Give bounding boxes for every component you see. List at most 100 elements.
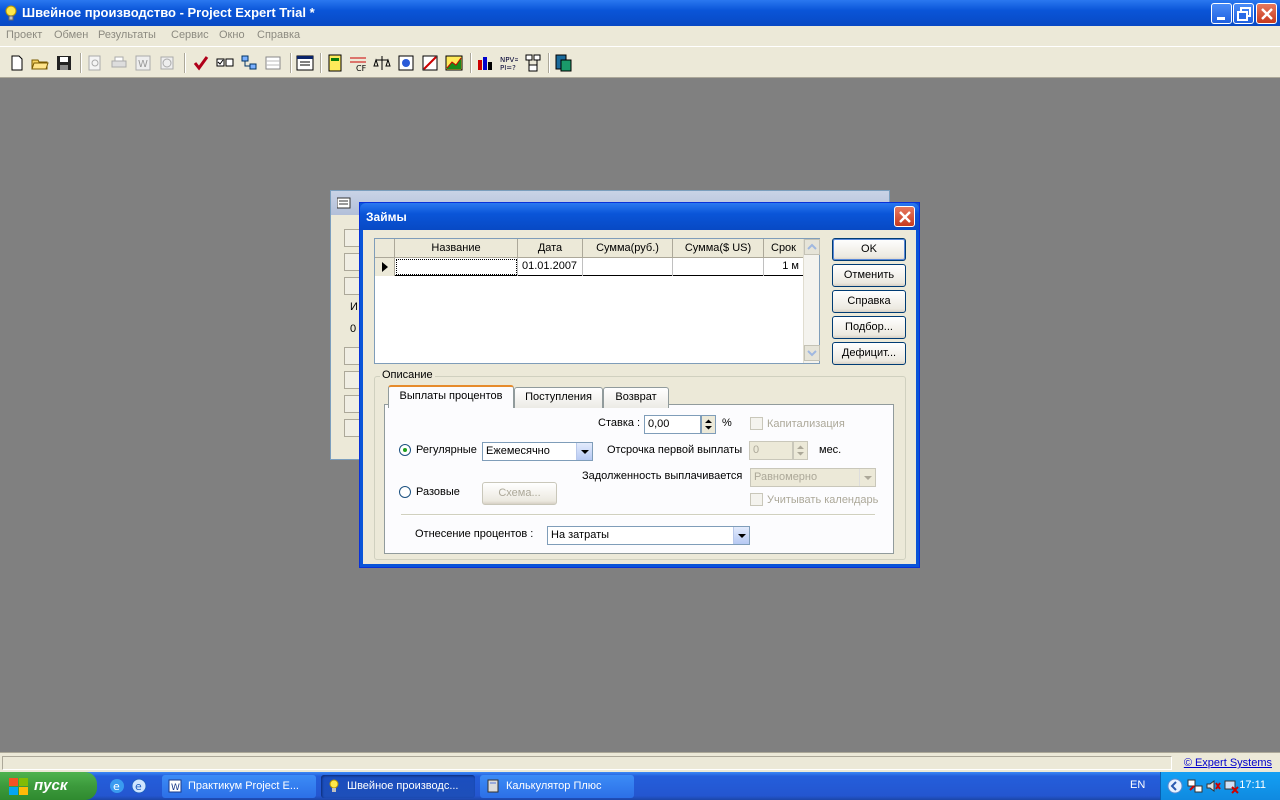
separator: [401, 514, 875, 516]
select-button[interactable]: Подбор...: [832, 316, 906, 339]
table-row[interactable]: 01.01.2007 1 м: [375, 258, 804, 276]
one-time-radio[interactable]: [399, 486, 411, 498]
calendar-icon[interactable]: [264, 54, 282, 72]
tab-return[interactable]: Возврат: [603, 387, 669, 408]
dropdown-button[interactable]: [859, 469, 875, 486]
scheme-button[interactable]: Схема...: [482, 482, 557, 505]
attribution-select[interactable]: На затраты: [547, 526, 750, 545]
checklist-icon[interactable]: [216, 54, 234, 72]
save-icon[interactable]: [55, 54, 73, 72]
rate-label: Ставка :: [598, 417, 641, 429]
cell-sum-rub[interactable]: [583, 258, 673, 276]
attribution-value: На затраты: [551, 529, 610, 541]
balance-icon[interactable]: [373, 54, 391, 72]
structure-icon[interactable]: [524, 54, 542, 72]
word-export-icon[interactable]: W: [134, 54, 152, 72]
network-disconnected-icon[interactable]: [1223, 778, 1239, 794]
npv-pi-icon[interactable]: NPV=?PI=?: [500, 54, 518, 72]
help-button[interactable]: Справка: [832, 290, 906, 313]
window-list-icon[interactable]: [296, 54, 314, 72]
open-folder-icon[interactable]: [31, 54, 49, 72]
debt-select[interactable]: Равномерно: [750, 468, 876, 487]
menu-exchange[interactable]: Обмен: [54, 29, 88, 41]
calendar-checkbox[interactable]: [750, 493, 763, 506]
column-header-date[interactable]: Дата: [518, 239, 583, 258]
network-tray-icon[interactable]: [1187, 778, 1203, 794]
dialog-close-button[interactable]: [894, 206, 915, 227]
cell-name[interactable]: [395, 258, 518, 276]
dropdown-button[interactable]: [576, 443, 592, 460]
deficit-button[interactable]: Дефицит...: [832, 342, 906, 365]
delay-spinner[interactable]: [793, 441, 808, 460]
task-practicum[interactable]: W Практикум Project E...: [162, 775, 316, 798]
cancel-button[interactable]: Отменить: [832, 264, 906, 287]
taskbar: пуск e e W Практикум Project E... Швейно…: [0, 772, 1280, 800]
volume-icon[interactable]: [1205, 778, 1221, 794]
row-pointer-icon: [382, 262, 388, 272]
cashflow-icon[interactable]: CF: [349, 54, 367, 72]
cell-sum-usd[interactable]: [673, 258, 764, 276]
chevron-down-icon: [864, 476, 872, 480]
restore-button[interactable]: [1233, 3, 1254, 24]
cell-term[interactable]: 1 м: [764, 258, 804, 276]
ie-icon[interactable]: e: [108, 777, 126, 795]
rate-spinner[interactable]: [701, 415, 716, 434]
regular-period-select[interactable]: Ежемесячно: [482, 442, 593, 461]
column-header-term[interactable]: Срок: [764, 239, 804, 258]
profit-icon[interactable]: [397, 54, 415, 72]
main-titlebar[interactable]: Швейное производство - Project Expert Tr…: [0, 0, 1280, 26]
close-button[interactable]: [1256, 3, 1277, 24]
menu-results[interactable]: Результаты: [98, 29, 156, 41]
column-header-sum-rub[interactable]: Сумма(руб.): [583, 239, 673, 258]
loans-grid[interactable]: Название Дата Сумма(руб.) Сумма($ US) Ср…: [374, 238, 820, 364]
cell-date[interactable]: 01.01.2007: [518, 258, 583, 276]
minimize-button[interactable]: [1211, 3, 1232, 24]
tab-interest-payments[interactable]: Выплаты процентов: [388, 385, 514, 408]
bar-chart-icon[interactable]: [476, 54, 494, 72]
scroll-down-button[interactable]: [804, 345, 820, 361]
chart-line-icon[interactable]: [421, 54, 439, 72]
regular-label: Регулярные: [416, 444, 477, 456]
menu-help[interactable]: Справка: [257, 29, 300, 41]
expert-systems-link[interactable]: © Expert Systems: [1184, 757, 1272, 769]
tab-receipts[interactable]: Поступления: [514, 387, 603, 408]
regular-radio[interactable]: [399, 444, 411, 456]
dropdown-button[interactable]: [733, 527, 749, 544]
new-file-icon[interactable]: [8, 54, 26, 72]
start-button[interactable]: пуск: [0, 772, 97, 800]
svg-text:W: W: [171, 783, 180, 793]
calculator-icon[interactable]: [554, 54, 572, 72]
column-header-name[interactable]: Название: [395, 239, 518, 258]
scroll-up-button[interactable]: [804, 239, 820, 255]
browser-icon[interactable]: e: [130, 777, 148, 795]
task-calculator[interactable]: Калькулятор Плюс: [480, 775, 634, 798]
language-indicator[interactable]: EN: [1130, 779, 1145, 791]
chart-area-icon[interactable]: [445, 54, 463, 72]
menu-window[interactable]: Окно: [219, 29, 245, 41]
rate-input[interactable]: 0,00: [644, 415, 701, 434]
grid-scrollbar[interactable]: [803, 239, 820, 363]
menu-project[interactable]: Проект: [6, 29, 42, 41]
attribution-label: Отнесение процентов :: [415, 528, 534, 540]
print-icon[interactable]: [110, 54, 128, 72]
capitalization-label: Капитализация: [767, 418, 845, 430]
network-icon[interactable]: [240, 54, 258, 72]
delay-unit-label: мес.: [819, 444, 842, 456]
preview-icon[interactable]: [86, 54, 104, 72]
chevron-down-icon: [581, 450, 589, 454]
dialog-titlebar[interactable]: Займы: [360, 203, 919, 230]
report-icon[interactable]: [158, 54, 176, 72]
column-header-sum-usd[interactable]: Сумма($ US): [673, 239, 764, 258]
svg-text:e: e: [135, 780, 142, 793]
table-icon[interactable]: [326, 54, 344, 72]
menu-service[interactable]: Сервис: [171, 29, 209, 41]
clock[interactable]: 17:11: [1239, 779, 1266, 791]
delay-input[interactable]: 0: [749, 441, 793, 460]
ok-button[interactable]: OK: [832, 238, 906, 261]
capitalization-checkbox[interactable]: [750, 417, 763, 430]
tray-expand-icon[interactable]: [1167, 778, 1183, 794]
window-title: Швейное производство - Project Expert Tr…: [22, 5, 315, 20]
check-icon[interactable]: [192, 54, 210, 72]
task-sewing-production[interactable]: Швейное производс...: [321, 775, 475, 798]
task-label: Практикум Project E...: [188, 780, 299, 792]
